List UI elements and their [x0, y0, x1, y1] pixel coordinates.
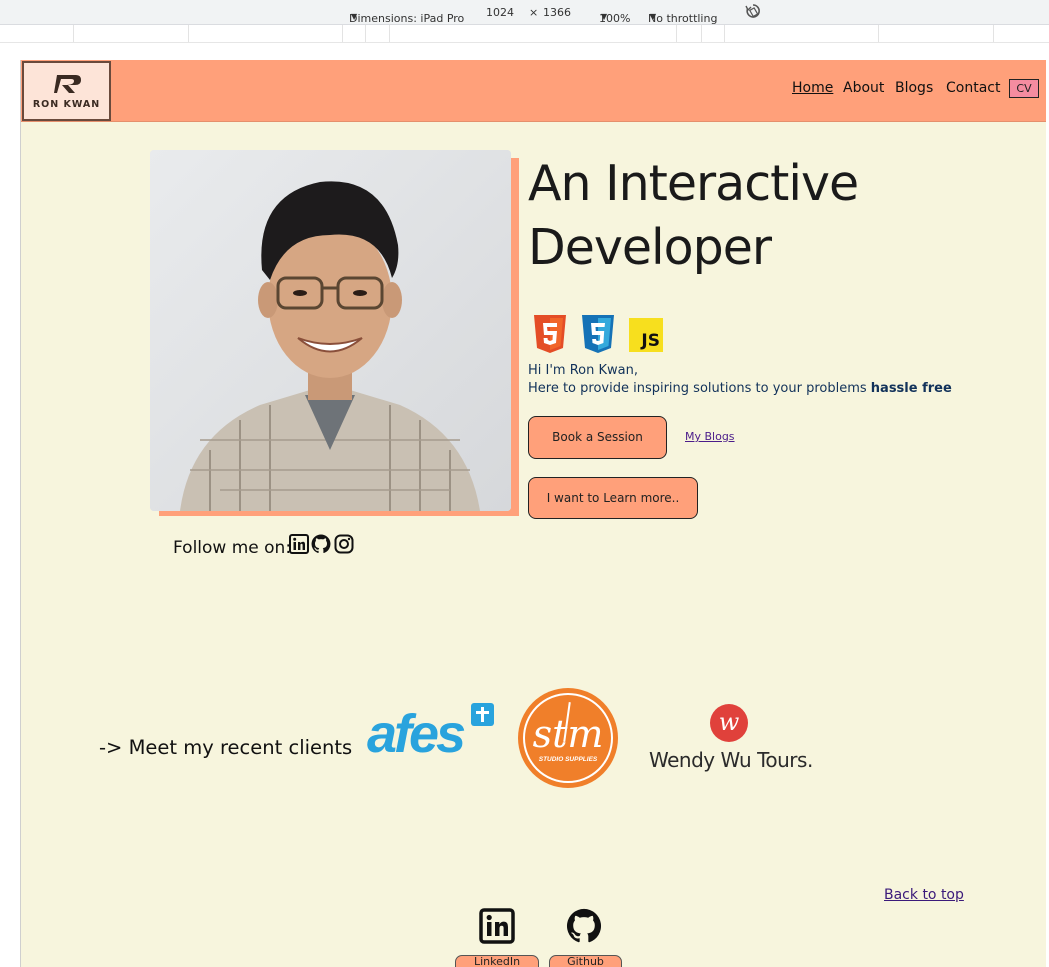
intro-emphasis: hassle free: [870, 381, 952, 396]
follow-label: Follow me on:: [173, 538, 292, 558]
cv-button[interactable]: CV: [1009, 79, 1039, 98]
nav-about[interactable]: About: [843, 80, 884, 96]
hero-title: An Interactive Developer: [528, 152, 859, 280]
html5-icon: [534, 315, 566, 353]
profile-photo: [150, 150, 511, 511]
css3-icon: [582, 315, 614, 353]
instagram-icon[interactable]: [334, 534, 354, 554]
width-input[interactable]: 1024: [486, 6, 514, 19]
hero-title-line1: An Interactive: [528, 155, 859, 212]
footer-linkedin-icon[interactable]: [479, 908, 515, 944]
clients-heading: -> Meet my recent clients: [99, 736, 353, 759]
client-logo-wendy-wu: w Wendy Wu Tours.: [649, 704, 824, 784]
github-icon[interactable]: [311, 534, 331, 554]
javascript-icon: JS: [629, 318, 663, 352]
back-to-top-link[interactable]: Back to top: [884, 887, 964, 903]
learn-more-button[interactable]: I want to Learn more..: [528, 477, 698, 519]
client-logo-afes: afes: [367, 700, 497, 768]
nav-home[interactable]: Home: [792, 80, 833, 96]
intro-tagline: Here to provide inspiring solutions to y…: [528, 381, 952, 396]
footer-github-icon[interactable]: [566, 908, 602, 944]
site-header: RON KWAN Home About Blogs Contact CV: [21, 60, 1046, 122]
site-logo[interactable]: RON KWAN: [22, 61, 111, 121]
linkedin-icon[interactable]: [289, 534, 309, 554]
devtools-device-toolbar: Dimensions: iPad Pro ▼ 1024 × 1366 100% ▼ …: [0, 0, 1049, 25]
nav-contact[interactable]: Contact: [946, 80, 1000, 96]
devtools-ruler: [0, 25, 1049, 43]
page-viewport: RON KWAN Home About Blogs Contact CV An …: [20, 60, 1046, 967]
intro-greeting: Hi I'm Ron Kwan,: [528, 363, 638, 378]
footer-linkedin-button[interactable]: LinkedIn: [455, 955, 539, 967]
client-logo-stm: stm STUDIO SUPPLIES: [518, 688, 618, 788]
nav-blogs[interactable]: Blogs: [895, 80, 933, 96]
footer-github-button[interactable]: Github: [549, 955, 622, 967]
rotate-icon[interactable]: [745, 3, 761, 24]
book-session-button[interactable]: Book a Session: [528, 416, 667, 459]
height-input[interactable]: 1366: [543, 6, 571, 19]
logo-text: RON KWAN: [32, 99, 101, 110]
my-blogs-link[interactable]: My Blogs: [685, 430, 735, 443]
hero-title-line2: Developer: [528, 219, 772, 276]
logo-r-icon: [54, 75, 81, 93]
times-sign: ×: [529, 6, 539, 19]
